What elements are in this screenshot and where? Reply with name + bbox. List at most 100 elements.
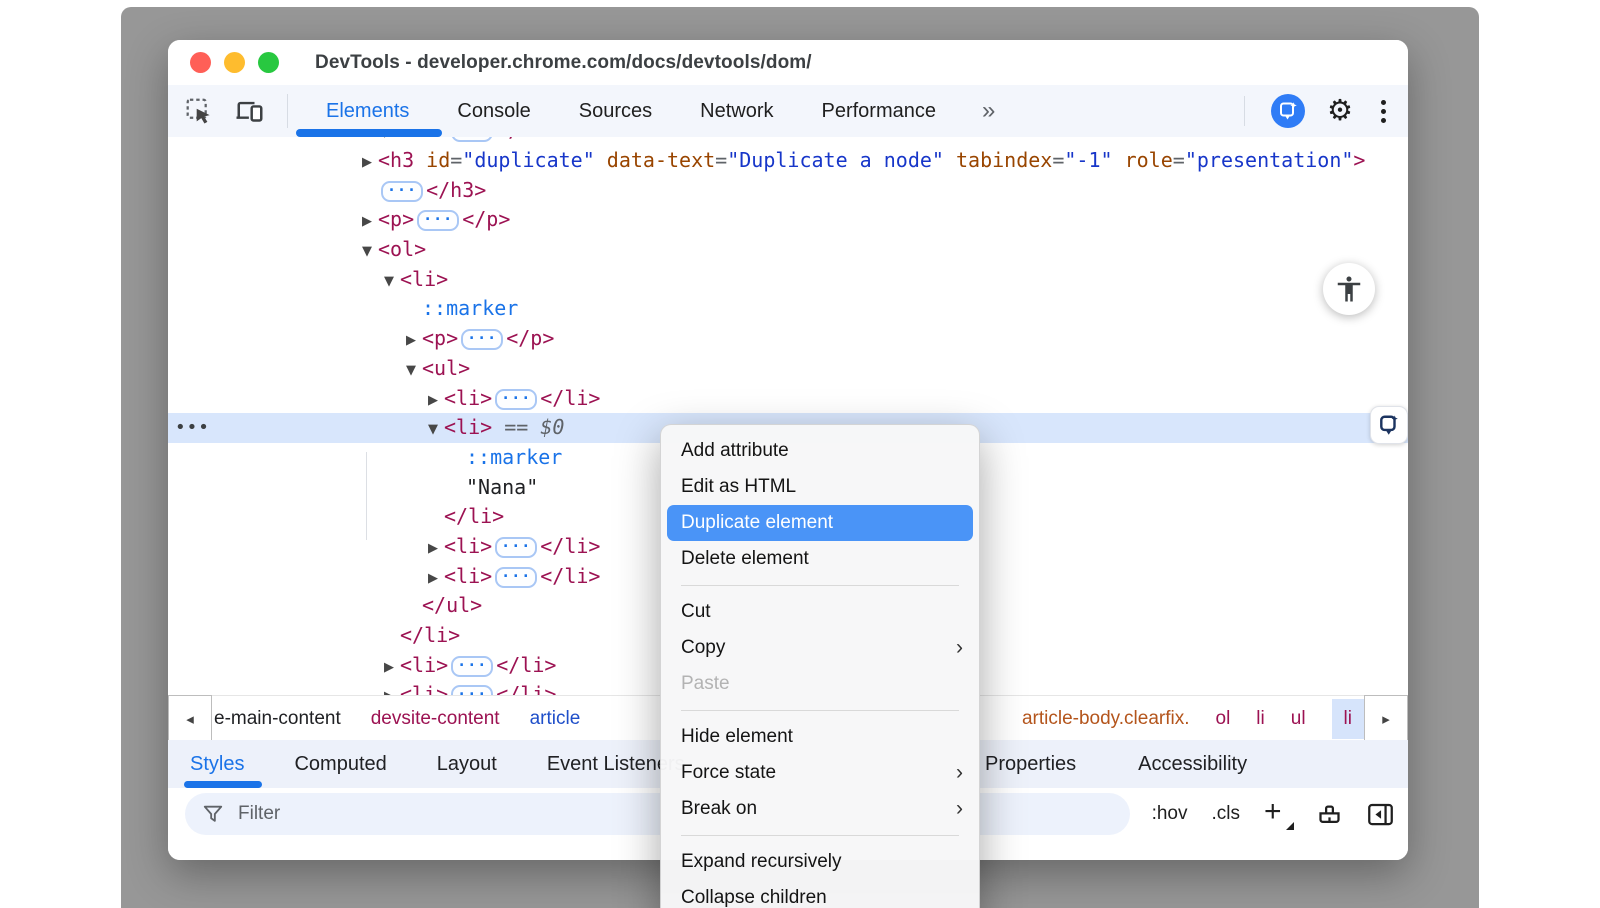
disclosure-open-icon[interactable]: ▼ — [406, 356, 422, 386]
panel-tab-styles[interactable]: Styles — [190, 753, 244, 776]
node-tag: <li> — [444, 415, 492, 439]
expand-inline-icon[interactable]: ··· — [417, 210, 459, 231]
zoom-button[interactable] — [258, 52, 279, 73]
dom-tree-row[interactable]: ▼<li> — [168, 265, 1408, 295]
disclosure-open-icon[interactable]: ▼ — [362, 237, 378, 267]
toggle-element-state-button[interactable]: :hov — [1152, 803, 1188, 825]
context-menu-item-duplicate-element[interactable]: Duplicate element — [667, 505, 973, 541]
context-menu-item-collapse-children[interactable]: Collapse children — [661, 880, 979, 908]
disclosure-closed-icon[interactable]: ▶ — [428, 534, 444, 564]
context-menu-item-expand-recursively[interactable]: Expand recursively — [661, 844, 979, 880]
node-tag: </li> — [444, 504, 504, 528]
dom-tree-row[interactable]: ▶<h3 id="duplicate" data-text="Duplicate… — [168, 146, 1408, 176]
panel-tab-properties[interactable]: Properties — [985, 753, 1076, 776]
dom-tree-row[interactable]: ▶<li>···</li> — [168, 137, 1408, 146]
expand-inline-icon[interactable]: ··· — [381, 181, 423, 202]
disclosure-closed-icon[interactable]: ▶ — [406, 326, 422, 356]
indent-guide — [366, 452, 367, 540]
active-tab-underline — [296, 129, 442, 137]
tab-console[interactable]: Console — [457, 100, 530, 123]
minimize-button[interactable] — [224, 52, 245, 73]
panel-tab-accessibility[interactable]: Accessibility — [1138, 753, 1247, 776]
node-tag: </h3> — [426, 178, 486, 202]
tab-network[interactable]: Network — [700, 100, 773, 123]
expand-inline-icon[interactable]: ··· — [495, 537, 537, 558]
submenu-chevron-icon: › — [956, 791, 963, 827]
panel-tab-layout[interactable]: Layout — [437, 753, 497, 776]
more-tabs-chevron-icon[interactable]: » — [982, 97, 995, 125]
panel-tabs-left: StylesComputedLayoutEvent Listeners — [190, 740, 685, 788]
expand-inline-icon[interactable]: ··· — [451, 685, 493, 695]
context-menu-item-edit-as-html[interactable]: Edit as HTML — [661, 469, 979, 505]
dom-tree-row[interactable]: ▼<ul> — [168, 354, 1408, 384]
node-tag: <li> — [400, 653, 448, 677]
context-menu-item-hide-element[interactable]: Hide element — [661, 719, 979, 755]
menu-item-label: Expand recursively — [681, 851, 842, 872]
context-menu-item-delete-element[interactable]: Delete element — [661, 541, 979, 577]
breadcrumb-item-e-main-content[interactable]: e-main-content — [214, 708, 341, 730]
row-overflow-dots[interactable]: ••• — [175, 413, 210, 443]
toggle-sidebar-icon[interactable] — [1367, 801, 1394, 828]
menu-item-label: Copy — [681, 637, 725, 658]
breadcrumb-next-button[interactable]: ▸ — [1364, 695, 1408, 742]
close-button[interactable] — [190, 52, 211, 73]
rendering-brush-icon[interactable] — [1316, 801, 1343, 828]
more-options-icon[interactable] — [1375, 96, 1392, 127]
disclosure-closed-icon[interactable]: ▶ — [384, 653, 400, 683]
ai-assistance-icon[interactable] — [1271, 94, 1305, 128]
breadcrumb-item-devsite-content[interactable]: devsite-content — [371, 708, 500, 730]
disclosure-closed-icon[interactable]: ▶ — [428, 386, 444, 416]
node-tag: </p> — [462, 207, 510, 231]
breadcrumb-item-ol[interactable]: ol — [1216, 708, 1231, 730]
new-style-rule-icon[interactable]: + — [1264, 799, 1292, 829]
disclosure-closed-icon[interactable]: ▶ — [384, 682, 400, 695]
filter-input[interactable]: Filter — [185, 793, 1130, 835]
expand-inline-icon[interactable]: ··· — [451, 137, 493, 142]
node-val: "duplicate" — [462, 148, 594, 172]
dom-tree-row[interactable]: ▼<ol> — [168, 235, 1408, 265]
panel-tab-computed[interactable]: Computed — [294, 753, 386, 776]
expand-inline-icon[interactable]: ··· — [451, 656, 493, 677]
disclosure-open-icon[interactable]: ▼ — [384, 267, 400, 297]
device-toolbar-icon[interactable] — [235, 98, 265, 125]
node-attr: id — [414, 148, 450, 172]
breadcrumb-item-ul[interactable]: ul — [1291, 708, 1306, 730]
expand-inline-icon[interactable]: ··· — [461, 329, 503, 350]
breadcrumb-item-li[interactable]: li — [1256, 708, 1264, 730]
context-menu-item-add-attribute[interactable]: Add attribute — [661, 433, 979, 469]
node-tag: <li> — [444, 564, 492, 588]
inspect-element-icon[interactable] — [186, 98, 213, 125]
tab-performance[interactable]: Performance — [822, 100, 937, 123]
context-menu-item-force-state[interactable]: Force state› — [661, 755, 979, 791]
tab-sources[interactable]: Sources — [579, 100, 652, 123]
breadcrumb-prev-button[interactable]: ◂ — [168, 695, 212, 742]
node-tag: <p> — [422, 326, 458, 350]
context-menu-item-copy[interactable]: Copy› — [661, 630, 979, 666]
dom-tree-row[interactable]: ▶<p>···</p> — [168, 205, 1408, 235]
node-tag: </ul> — [422, 593, 482, 617]
disclosure-closed-icon[interactable]: ▶ — [362, 207, 378, 237]
expand-inline-icon[interactable]: ··· — [495, 389, 537, 410]
context-menu-item-break-on[interactable]: Break on› — [661, 791, 979, 827]
dom-tree-row[interactable]: ▶<p>···</p> — [168, 324, 1408, 354]
breadcrumb-item-article-body-clearfix[interactable]: article-body.clearfix. — [1022, 708, 1190, 730]
submenu-chevron-icon: › — [956, 755, 963, 791]
breadcrumb-item-article[interactable]: article — [530, 708, 581, 730]
accessibility-overlay-button[interactable] — [1323, 263, 1375, 315]
disclosure-closed-icon[interactable]: ▶ — [428, 564, 444, 594]
breadcrumb-left-items: e-main-content devsite-content article — [214, 696, 580, 741]
toolbar-right-divider — [1244, 96, 1245, 126]
tab-elements[interactable]: Elements — [326, 100, 409, 123]
element-classes-button[interactable]: .cls — [1212, 803, 1241, 825]
settings-gear-icon[interactable]: ⚙ — [1327, 97, 1353, 126]
context-menu-item-cut[interactable]: Cut — [661, 594, 979, 630]
disclosure-open-icon[interactable]: ▼ — [428, 415, 444, 445]
breadcrumb-item-li[interactable]: li — [1332, 699, 1364, 739]
dom-tree-row[interactable]: ···</h3> — [168, 176, 1408, 206]
dom-tree-row[interactable]: ▶<li>···</li> — [168, 384, 1408, 414]
ai-element-badge[interactable] — [1370, 406, 1408, 444]
dom-tree-row[interactable]: ::marker — [168, 294, 1408, 324]
screenshot-canvas: DevTools - developer.chrome.com/docs/dev… — [0, 0, 1600, 908]
disclosure-closed-icon[interactable]: ▶ — [362, 148, 378, 178]
expand-inline-icon[interactable]: ··· — [495, 567, 537, 588]
